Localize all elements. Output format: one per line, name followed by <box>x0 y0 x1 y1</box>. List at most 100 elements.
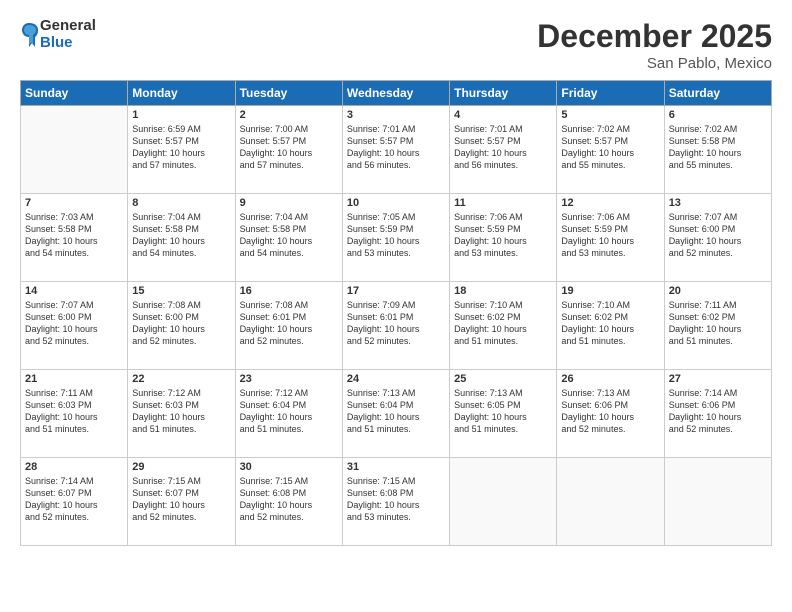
day-number: 23 <box>240 373 338 385</box>
day-info: Sunrise: 7:15 AMSunset: 6:08 PMDaylight:… <box>347 475 445 524</box>
day-info: Sunrise: 7:10 AMSunset: 6:02 PMDaylight:… <box>454 299 552 348</box>
day-number: 18 <box>454 285 552 297</box>
calendar-cell: 28 Sunrise: 7:14 AMSunset: 6:07 PMDayligh… <box>21 458 128 546</box>
calendar-cell: 27Sunrise: 7:14 AMSunset: 6:06 PMDayligh… <box>664 370 771 458</box>
day-number: 12 <box>561 197 659 209</box>
calendar: SundayMondayTuesdayWednesdayThursdayFrid… <box>20 80 772 546</box>
calendar-cell: 12Sunrise: 7:06 AMSunset: 5:59 PMDayligh… <box>557 194 664 282</box>
day-number: 15 <box>132 285 230 297</box>
week-row-3: 14 Sunrise: 7:07 AMSunset: 6:00 PMDayligh… <box>21 282 772 370</box>
day-info: Sunrise: 7:09 AMSunset: 6:01 PMDaylight:… <box>347 299 445 348</box>
day-info: Sunrise: 7:14 AMSunset: 6:06 PMDaylight:… <box>669 387 767 436</box>
logo-blue-text: Blue <box>40 35 96 52</box>
calendar-cell: 2 Sunrise: 7:00 AMSunset: 5:57 PMDaylight… <box>235 106 342 194</box>
day-info: Sunrise: 7:07 AMSunset: 6:00 PMDaylight:… <box>669 211 767 260</box>
day-number: 11 <box>454 197 552 209</box>
header: General Blue December 2025 San Pablo, Me… <box>20 18 772 72</box>
week-row-2: 7 Sunrise: 7:03 AMSunset: 5:58 PMDaylight… <box>21 194 772 282</box>
day-info: Sunrise: 7:05 AMSunset: 5:59 PMDaylight:… <box>347 211 445 260</box>
calendar-cell <box>21 106 128 194</box>
logo-icon <box>20 21 38 49</box>
calendar-cell: 5Sunrise: 7:02 AMSunset: 5:57 PMDaylight… <box>557 106 664 194</box>
weekday-header-sunday: Sunday <box>21 81 128 106</box>
calendar-cell: 15Sunrise: 7:08 AMSunset: 6:00 PMDayligh… <box>128 282 235 370</box>
day-info: Sunrise: 7:11 AMSunset: 6:03 PMDaylight:… <box>25 387 123 436</box>
weekday-header-thursday: Thursday <box>450 81 557 106</box>
day-number: 24 <box>347 373 445 385</box>
weekday-header-monday: Monday <box>128 81 235 106</box>
weekday-header-wednesday: Wednesday <box>342 81 449 106</box>
calendar-cell: 10 Sunrise: 7:05 AMSunset: 5:59 PMDayligh… <box>342 194 449 282</box>
weekday-header-saturday: Saturday <box>664 81 771 106</box>
day-info: Sunrise: 7:14 AMSunset: 6:07 PMDaylight:… <box>25 475 123 524</box>
calendar-cell: 14 Sunrise: 7:07 AMSunset: 6:00 PMDayligh… <box>21 282 128 370</box>
weekday-header-tuesday: Tuesday <box>235 81 342 106</box>
calendar-cell <box>450 458 557 546</box>
day-number: 17 <box>347 285 445 297</box>
day-info: Sunrise: 6:59 AMSunset: 5:57 PMDaylight:… <box>132 123 230 172</box>
day-number: 29 <box>132 461 230 473</box>
calendar-cell: 24 Sunrise: 7:13 AMSunset: 6:04 PMDayligh… <box>342 370 449 458</box>
calendar-cell: 31Sunrise: 7:15 AMSunset: 6:08 PMDayligh… <box>342 458 449 546</box>
day-info: Sunrise: 7:13 AMSunset: 6:06 PMDaylight:… <box>561 387 659 436</box>
day-info: Sunrise: 7:06 AMSunset: 5:59 PMDaylight:… <box>454 211 552 260</box>
week-row-1: 1Sunrise: 6:59 AMSunset: 5:57 PMDaylight… <box>21 106 772 194</box>
day-number: 20 <box>669 285 767 297</box>
logo-general-text: General <box>40 18 96 35</box>
calendar-cell: 18 Sunrise: 7:10 AMSunset: 6:02 PMDayligh… <box>450 282 557 370</box>
day-info: Sunrise: 7:13 AMSunset: 6:05 PMDaylight:… <box>454 387 552 436</box>
calendar-cell <box>557 458 664 546</box>
calendar-cell <box>664 458 771 546</box>
calendar-cell: 19 Sunrise: 7:10 AMSunset: 6:02 PMDayligh… <box>557 282 664 370</box>
day-info: Sunrise: 7:02 AMSunset: 5:57 PMDaylight:… <box>561 123 659 172</box>
day-number: 26 <box>561 373 659 385</box>
calendar-cell: 3 Sunrise: 7:01 AMSunset: 5:57 PMDaylight… <box>342 106 449 194</box>
day-info: Sunrise: 7:15 AMSunset: 6:07 PMDaylight:… <box>132 475 230 524</box>
day-number: 21 <box>25 373 123 385</box>
day-number: 2 <box>240 109 338 121</box>
day-info: Sunrise: 7:03 AMSunset: 5:58 PMDaylight:… <box>25 211 123 260</box>
location: San Pablo, Mexico <box>537 55 772 72</box>
day-number: 13 <box>669 197 767 209</box>
logo-text: General Blue <box>40 18 96 51</box>
calendar-cell: 25 Sunrise: 7:13 AMSunset: 6:05 PMDayligh… <box>450 370 557 458</box>
day-number: 14 <box>25 285 123 297</box>
day-info: Sunrise: 7:01 AMSunset: 5:57 PMDaylight:… <box>454 123 552 172</box>
day-info: Sunrise: 7:02 AMSunset: 5:58 PMDaylight:… <box>669 123 767 172</box>
day-number: 10 <box>347 197 445 209</box>
calendar-cell: 29 Sunrise: 7:15 AMSunset: 6:07 PMDayligh… <box>128 458 235 546</box>
calendar-cell: 1Sunrise: 6:59 AMSunset: 5:57 PMDaylight… <box>128 106 235 194</box>
day-number: 9 <box>240 197 338 209</box>
day-number: 25 <box>454 373 552 385</box>
day-info: Sunrise: 7:00 AMSunset: 5:57 PMDaylight:… <box>240 123 338 172</box>
day-number: 7 <box>25 197 123 209</box>
day-number: 22 <box>132 373 230 385</box>
day-number: 6 <box>669 109 767 121</box>
month-title: December 2025 <box>537 18 772 55</box>
week-row-5: 28 Sunrise: 7:14 AMSunset: 6:07 PMDayligh… <box>21 458 772 546</box>
day-info: Sunrise: 7:15 AMSunset: 6:08 PMDaylight:… <box>240 475 338 524</box>
calendar-cell: 13 Sunrise: 7:07 AMSunset: 6:00 PMDayligh… <box>664 194 771 282</box>
calendar-cell: 21 Sunrise: 7:11 AMSunset: 6:03 PMDayligh… <box>21 370 128 458</box>
day-number: 4 <box>454 109 552 121</box>
day-info: Sunrise: 7:11 AMSunset: 6:02 PMDaylight:… <box>669 299 767 348</box>
page: General Blue December 2025 San Pablo, Me… <box>0 0 792 612</box>
day-info: Sunrise: 7:04 AMSunset: 5:58 PMDaylight:… <box>132 211 230 260</box>
day-info: Sunrise: 7:13 AMSunset: 6:04 PMDaylight:… <box>347 387 445 436</box>
day-info: Sunrise: 7:10 AMSunset: 6:02 PMDaylight:… <box>561 299 659 348</box>
day-info: Sunrise: 7:07 AMSunset: 6:00 PMDaylight:… <box>25 299 123 348</box>
day-number: 3 <box>347 109 445 121</box>
calendar-cell: 6 Sunrise: 7:02 AMSunset: 5:58 PMDaylight… <box>664 106 771 194</box>
day-info: Sunrise: 7:12 AMSunset: 6:03 PMDaylight:… <box>132 387 230 436</box>
logo: General Blue <box>20 18 96 51</box>
day-info: Sunrise: 7:01 AMSunset: 5:57 PMDaylight:… <box>347 123 445 172</box>
day-number: 16 <box>240 285 338 297</box>
day-number: 28 <box>25 461 123 473</box>
calendar-cell: 23 Sunrise: 7:12 AMSunset: 6:04 PMDayligh… <box>235 370 342 458</box>
day-info: Sunrise: 7:08 AMSunset: 6:01 PMDaylight:… <box>240 299 338 348</box>
day-number: 8 <box>132 197 230 209</box>
day-number: 19 <box>561 285 659 297</box>
day-info: Sunrise: 7:04 AMSunset: 5:58 PMDaylight:… <box>240 211 338 260</box>
calendar-cell: 9 Sunrise: 7:04 AMSunset: 5:58 PMDaylight… <box>235 194 342 282</box>
day-info: Sunrise: 7:12 AMSunset: 6:04 PMDaylight:… <box>240 387 338 436</box>
